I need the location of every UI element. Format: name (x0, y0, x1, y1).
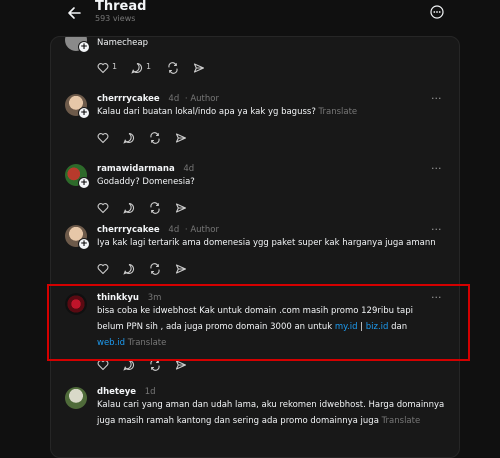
post-text-content: Kalau dari buatan lokal/indo apa ya kak … (97, 107, 316, 117)
thread-panel: + himirarirr 4d ··· Namecheap 1 1 (50, 36, 460, 458)
share-icon[interactable] (193, 62, 205, 74)
back-arrow-icon[interactable] (64, 3, 84, 23)
post-text: Namecheap (97, 38, 148, 48)
follow-plus-icon[interactable]: + (78, 107, 90, 119)
share-icon[interactable] (175, 202, 187, 214)
like-icon[interactable] (97, 202, 109, 214)
author-badge: · Author (184, 94, 219, 104)
highlight-box (47, 284, 470, 361)
post-actions (97, 132, 247, 144)
post-text-line: Kalau cari yang aman dan udah lama, aku … (97, 400, 445, 410)
like-icon[interactable] (97, 62, 109, 74)
post-text: Kalau dari buatan lokal/indo apa ya kak … (97, 104, 447, 120)
more-options-circle-icon[interactable] (430, 5, 444, 19)
timestamp: 4d (168, 94, 180, 104)
reply-count: 1 (146, 62, 152, 71)
reply-icon[interactable] (123, 202, 135, 214)
follow-plus-icon[interactable]: + (78, 177, 90, 189)
post-actions (97, 263, 247, 275)
like-icon[interactable] (97, 263, 109, 275)
timestamp: 1d (144, 387, 156, 397)
username[interactable]: cherrrycakee (97, 225, 160, 235)
share-icon[interactable] (175, 263, 187, 275)
like-count: 1 (112, 62, 118, 71)
post-actions (97, 202, 247, 214)
username[interactable]: ramawidarmana (97, 164, 175, 174)
post-actions: 1 1 (97, 62, 247, 74)
translate-link[interactable]: Translate (382, 416, 421, 426)
repost-icon[interactable] (149, 132, 161, 144)
view-count: 593 views (95, 14, 136, 23)
username[interactable]: dheteye (97, 387, 136, 397)
share-icon[interactable] (175, 132, 187, 144)
translate-link[interactable]: Translate (319, 107, 358, 117)
author-badge: · Author (184, 225, 219, 235)
repost-icon[interactable] (149, 202, 161, 214)
repost-icon[interactable] (149, 263, 161, 275)
page-title: Thread (95, 0, 147, 14)
follow-plus-icon[interactable]: + (78, 41, 90, 53)
username[interactable]: cherrrycakee (97, 94, 160, 104)
repost-icon[interactable] (167, 62, 179, 74)
top-bar: Thread 593 views (0, 0, 500, 30)
timestamp: 4d (168, 225, 180, 235)
follow-plus-icon[interactable]: + (78, 238, 90, 250)
post-text: Iya kak lagi tertarik ama domenesia ygg … (97, 238, 436, 248)
timestamp: 4d (183, 164, 195, 174)
post-text-segment: juga masih ramah kantong dan sering ada … (97, 416, 379, 426)
reply-icon[interactable] (131, 62, 143, 74)
reply-icon[interactable] (123, 263, 135, 275)
post-text-line: juga masih ramah kantong dan sering ada … (97, 413, 457, 429)
reply-icon[interactable] (123, 132, 135, 144)
post-text: Godaddy? Domenesia? (97, 177, 195, 187)
like-icon[interactable] (97, 132, 109, 144)
post-text: Kalau cari yang aman dan udah lama, aku … (97, 397, 457, 429)
avatar[interactable] (65, 387, 87, 409)
